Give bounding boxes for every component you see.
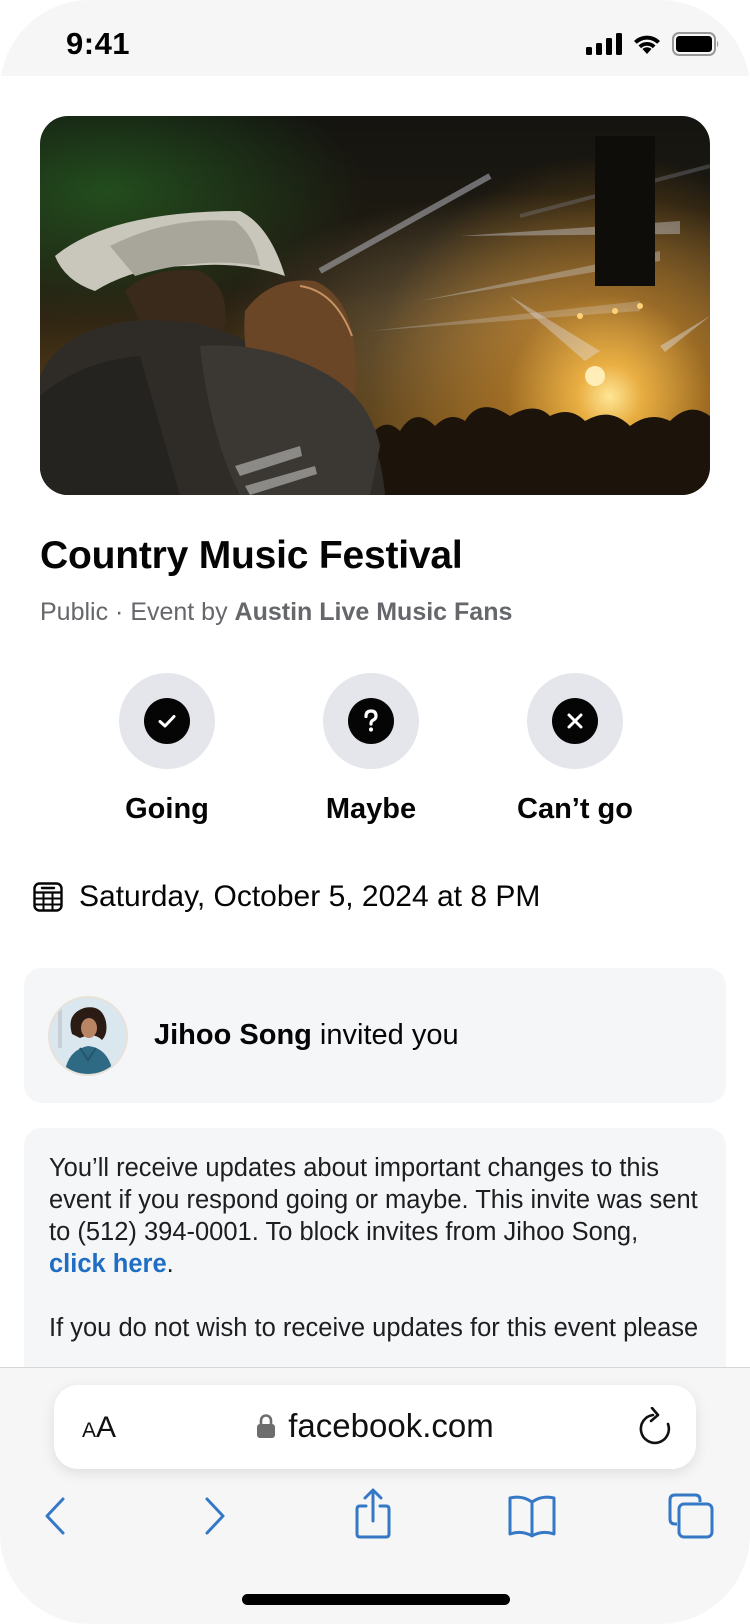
rsvp-going-label: Going bbox=[125, 793, 209, 825]
inviter-avatar[interactable] bbox=[48, 995, 128, 1076]
question-circle-icon bbox=[348, 698, 394, 744]
invite-message: Jihoo Song invited you bbox=[154, 1019, 459, 1052]
reload-icon[interactable] bbox=[638, 1407, 674, 1447]
wifi-icon bbox=[634, 35, 660, 54]
browser-toolbar: AA facebook.com bbox=[0, 1367, 750, 1624]
block-invites-link[interactable]: click here bbox=[49, 1250, 167, 1278]
back-icon[interactable] bbox=[43, 1496, 67, 1536]
address-bar[interactable]: AA facebook.com bbox=[54, 1385, 696, 1469]
status-bar: 9:41 bbox=[0, 0, 750, 76]
rsvp-cant-go-label: Can’t go bbox=[517, 793, 633, 825]
event-date: Saturday, October 5, 2024 at 8 PM bbox=[79, 880, 541, 913]
invite-suffix: invited you bbox=[311, 1019, 459, 1051]
concert-scene-illustration bbox=[40, 136, 710, 495]
avatar-portrait bbox=[50, 997, 126, 1074]
status-time: 9:41 bbox=[66, 26, 131, 61]
calendar-icon bbox=[33, 882, 63, 912]
event-date-row: Saturday, October 5, 2024 at 8 PM bbox=[33, 880, 540, 914]
url-text: facebook.com bbox=[288, 1407, 494, 1444]
info-paragraph-1: You’ll receive updates about important c… bbox=[49, 1152, 700, 1280]
rsvp-going-button[interactable]: Going bbox=[77, 673, 257, 826]
invite-card[interactable]: Jihoo Song invited you bbox=[24, 968, 726, 1103]
lock-icon bbox=[257, 1414, 276, 1438]
cellular-signal-icon bbox=[586, 33, 622, 55]
rsvp-maybe-label: Maybe bbox=[325, 793, 417, 825]
rsvp-going-circle bbox=[119, 673, 215, 769]
event-by-prefix: Event by bbox=[130, 598, 235, 626]
event-subtitle: Public · Event by Austin Live Music Fans bbox=[40, 598, 512, 627]
inviter-name[interactable]: Jihoo Song bbox=[154, 1019, 312, 1051]
event-cover-photo[interactable] bbox=[40, 116, 710, 495]
forward-icon[interactable] bbox=[203, 1496, 227, 1536]
rsvp-maybe-button[interactable]: Maybe bbox=[281, 673, 461, 826]
check-circle-icon bbox=[144, 698, 190, 744]
rsvp-maybe-circle bbox=[323, 673, 419, 769]
rsvp-cant-go-button[interactable]: Can’t go bbox=[485, 673, 665, 826]
x-circle-icon bbox=[552, 698, 598, 744]
status-icons bbox=[586, 32, 720, 56]
event-title: Country Music Festival bbox=[40, 534, 463, 577]
info-text-period: . bbox=[166, 1250, 174, 1278]
info-text-1: You’ll receive updates about important c… bbox=[49, 1154, 698, 1246]
separator-dot: · bbox=[108, 598, 131, 626]
info-paragraph-2: If you do not wish to receive updates fo… bbox=[49, 1314, 699, 1342]
share-icon[interactable] bbox=[353, 1488, 393, 1540]
rsvp-cant-go-circle bbox=[527, 673, 623, 769]
battery-icon bbox=[672, 32, 719, 56]
bookmarks-icon[interactable] bbox=[506, 1494, 558, 1538]
event-host-link[interactable]: Austin Live Music Fans bbox=[235, 598, 513, 626]
phone-screen: 9:41 Country Music Festival Public · Eve… bbox=[0, 0, 750, 1624]
url-display[interactable]: facebook.com bbox=[54, 1407, 696, 1445]
home-indicator[interactable] bbox=[242, 1594, 510, 1605]
tabs-icon[interactable] bbox=[667, 1492, 715, 1540]
event-privacy: Public bbox=[40, 598, 109, 626]
